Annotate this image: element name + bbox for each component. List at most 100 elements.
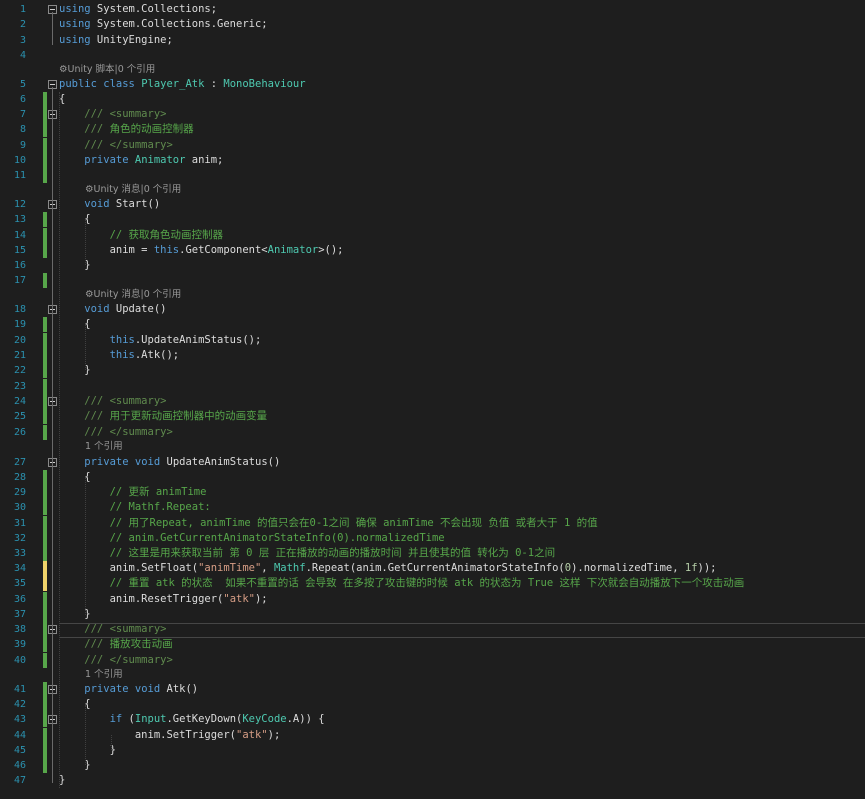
- code-text: using System.Collections;: [59, 2, 217, 17]
- code-token: public: [59, 78, 97, 90]
- code-line[interactable]: 21 this.Atk();: [0, 348, 865, 364]
- code-token: this: [153, 244, 180, 256]
- code-line[interactable]: 25 /// 用于更新动画控制器中的动画变量: [0, 409, 865, 425]
- code-token: .GetComponent<: [179, 244, 268, 256]
- code-line[interactable]: 22 }: [0, 363, 865, 379]
- code-line[interactable]: 33 // 这里是用来获取当前 第 0 层 正在播放的动画的播放时间 并且使其的…: [0, 546, 865, 562]
- code-line[interactable]: 17: [0, 273, 865, 289]
- line-number: 36: [13, 594, 26, 605]
- code-line[interactable]: 14 // 获取角色动画控制器: [0, 228, 865, 244]
- code-line[interactable]: 41 private void Atk(): [0, 682, 865, 698]
- code-token: MonoBehaviour: [223, 78, 306, 90]
- saved-change-marker: [43, 317, 47, 333]
- code-line[interactable]: 44 anim.SetTrigger("atk");: [0, 728, 865, 744]
- line-number: 9: [19, 140, 26, 151]
- line-number: 3: [19, 35, 26, 46]
- code-line[interactable]: 40 /// </summary>: [0, 653, 865, 669]
- code-text: /// <summary>: [59, 394, 166, 409]
- code-line[interactable]: 11: [0, 168, 865, 184]
- code-line[interactable]: 35 // 重置 atk 的状态 如果不重置的话 会导致 在多按了攻击键的时候 …: [0, 576, 865, 592]
- code-line[interactable]: 24 /// <summary>: [0, 394, 865, 410]
- code-token: /// <summary>: [59, 108, 167, 120]
- codelens-references[interactable]: ⚙Unity 脚本|0 个引用: [59, 64, 155, 76]
- fold-connector: [52, 12, 53, 45]
- code-line[interactable]: 20 this.UpdateAnimStatus();: [0, 333, 865, 349]
- indent-guide: [85, 705, 86, 765]
- saved-change-marker: [43, 228, 47, 244]
- code-token: void: [59, 198, 110, 210]
- code-line[interactable]: 27 private void UpdateAnimStatus(): [0, 455, 865, 470]
- code-line[interactable]: 47}: [0, 773, 865, 788]
- code-line[interactable]: 29 // 更新 animTime: [0, 485, 865, 501]
- code-line[interactable]: 12 void Start(): [0, 197, 865, 212]
- code-line[interactable]: 2 using System.Collections.Generic;: [0, 17, 865, 32]
- line-number: 19: [13, 319, 26, 330]
- code-line[interactable]: 45 }: [0, 743, 865, 759]
- code-line[interactable]: 5 public class Player_Atk : MonoBehaviour: [0, 77, 865, 92]
- code-line[interactable]: 26 /// </summary>: [0, 425, 865, 441]
- line-number: 29: [13, 487, 26, 498]
- code-token: using: [59, 34, 91, 46]
- code-token: ));: [697, 562, 717, 574]
- code-token: void: [59, 303, 110, 315]
- line-number: 42: [13, 699, 26, 710]
- code-line[interactable]: 6{: [0, 92, 865, 108]
- codelens-references[interactable]: 1 个引用: [85, 669, 123, 681]
- code-line[interactable]: 15 anim = this.GetComponent<Animator>();: [0, 243, 865, 259]
- code-token: "atk": [236, 729, 268, 741]
- codelens-references[interactable]: ⚙Unity 消息|0 个引用: [85, 184, 181, 196]
- code-line[interactable]: 30 // Mathf.Repeat:: [0, 500, 865, 516]
- code-line[interactable]: 23: [0, 379, 865, 395]
- code-line[interactable]: 37 }: [0, 607, 865, 623]
- code-line[interactable]: 38 /// <summary>: [0, 622, 865, 638]
- line-number: 18: [13, 304, 26, 315]
- code-line[interactable]: 10 private Animator anim;: [0, 153, 865, 169]
- code-line[interactable]: 19 {: [0, 317, 865, 333]
- code-line[interactable]: 43 if (Input.GetKeyDown(KeyCode.A)) {: [0, 712, 865, 728]
- code-text: using UnityEngine;: [59, 33, 173, 48]
- code-line[interactable]: 36 anim.ResetTrigger("atk");: [0, 592, 865, 608]
- code-token: if: [59, 713, 123, 725]
- code-line[interactable]: 34 anim.SetFloat("animTime", Mathf.Repea…: [0, 561, 865, 577]
- saved-change-marker: [43, 743, 47, 759]
- code-line[interactable]: 31 // 用了Repeat, animTime 的值只会在0-1之间 确保 a…: [0, 516, 865, 532]
- code-token: ///: [59, 410, 110, 422]
- code-token: .Atk();: [134, 349, 180, 361]
- saved-change-marker: [43, 333, 47, 349]
- code-token: System.Collections;: [90, 3, 218, 15]
- line-number: 33: [13, 548, 26, 559]
- code-text: private Animator anim;: [59, 153, 223, 168]
- codelens-row: ⚙Unity 消息|0 个引用: [0, 184, 865, 196]
- code-line[interactable]: 13 {: [0, 212, 865, 228]
- line-number: 22: [13, 365, 26, 376]
- code-token: // 这里是用来获取当前 第 0 层 正在播放的动画的播放时间 并且使其的值 转…: [59, 547, 556, 559]
- code-line[interactable]: 39 /// 播放攻击动画: [0, 637, 865, 653]
- indent-guide: [85, 220, 86, 265]
- code-line[interactable]: 3 using UnityEngine;: [0, 33, 865, 48]
- code-token: Mathf: [273, 562, 306, 574]
- code-line[interactable]: 16 }: [0, 258, 865, 273]
- code-line[interactable]: 46 }: [0, 758, 865, 774]
- saved-change-marker: [43, 728, 47, 744]
- fold-connector: [52, 87, 53, 783]
- saved-change-marker: [43, 273, 47, 289]
- code-line[interactable]: 42 {: [0, 697, 865, 713]
- code-text: }: [59, 743, 116, 758]
- line-number: 26: [13, 427, 26, 438]
- code-line[interactable]: 4: [0, 48, 865, 63]
- code-line[interactable]: 1 using System.Collections;: [0, 2, 865, 17]
- codelens-references[interactable]: 1 个引用: [85, 441, 123, 453]
- code-text: // 这里是用来获取当前 第 0 层 正在播放的动画的播放时间 并且使其的值 转…: [59, 546, 556, 561]
- code-line[interactable]: 9 /// </summary>: [0, 138, 865, 154]
- code-line[interactable]: 28 {: [0, 470, 865, 486]
- code-line[interactable]: 32 // anim.GetCurrentAnimatorStateInfo(0…: [0, 531, 865, 547]
- line-number: 25: [13, 411, 26, 422]
- code-token: .GetKeyDown(: [166, 713, 243, 725]
- code-line[interactable]: 7 /// <summary>: [0, 107, 865, 123]
- code-line[interactable]: 8 /// 角色的动画控制器: [0, 122, 865, 138]
- codelens-references[interactable]: ⚙Unity 消息|0 个引用: [85, 289, 181, 301]
- line-number: 24: [13, 396, 26, 407]
- code-line[interactable]: 18 void Update(): [0, 302, 865, 317]
- code-editor[interactable]: 1 using System.Collections; 2 using System.…: [0, 0, 865, 799]
- code-text: // anim.GetCurrentAnimatorStateInfo(0).n…: [59, 531, 445, 546]
